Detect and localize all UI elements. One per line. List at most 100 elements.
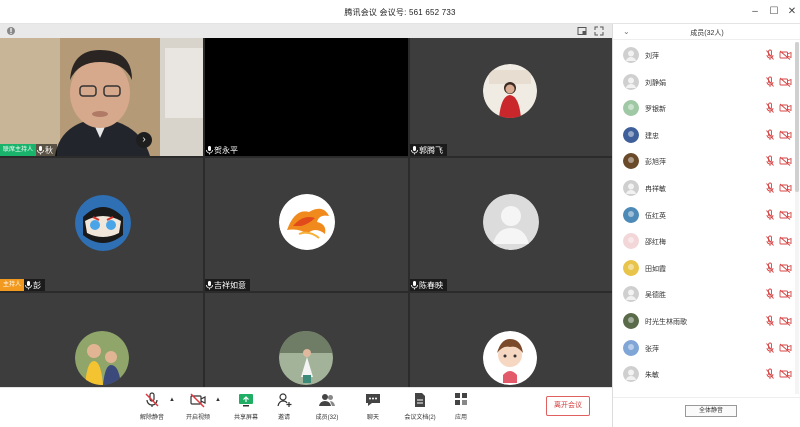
member-row[interactable]: 冉祥敏 [613, 175, 793, 201]
mute-all-button[interactable]: 全体静音 [685, 405, 737, 417]
chat-icon [366, 394, 380, 406]
member-avatar [623, 259, 639, 276]
member-row[interactable]: 伍红英 [613, 202, 793, 228]
host-badge: 主持人 [0, 279, 25, 291]
members-label: 成员(32) [315, 415, 339, 421]
mic-muted-icon[interactable] [765, 155, 775, 167]
camera-off-icon[interactable] [779, 316, 792, 326]
apps-button[interactable]: 应用 [441, 392, 481, 421]
mic-muted-icon [145, 392, 159, 407]
member-row[interactable]: 罗银新 [613, 95, 793, 121]
mic-muted-icon[interactable] [765, 182, 775, 194]
member-row[interactable]: 建忠 [613, 122, 793, 148]
next-page-icon[interactable]: › [136, 132, 152, 148]
members-panel-footer: 全体静音 [613, 397, 800, 427]
video-tile[interactable] [0, 293, 203, 387]
video-options-caret-icon[interactable]: ▲ [215, 397, 221, 403]
member-avatar [623, 100, 639, 117]
chat-label: 聊天 [366, 415, 379, 421]
meeting-docs-button[interactable]: 会议文档(2) [400, 392, 440, 421]
video-tile[interactable]: 郭腾飞 [410, 38, 612, 156]
cohost-badge: 联席主持人 [0, 144, 37, 156]
camera-off-icon[interactable] [779, 183, 792, 193]
mic-muted-icon[interactable] [765, 288, 775, 300]
camera-off-icon[interactable] [779, 103, 792, 114]
member-row[interactable]: 彭旭萍 [613, 148, 793, 174]
camera-off-icon[interactable] [779, 289, 792, 300]
meeting-controls [0, 387, 612, 427]
participant-avatar [279, 331, 333, 385]
mic-muted-icon[interactable] [765, 342, 775, 354]
camera-feed [0, 38, 203, 156]
member-name: 田如霞 [645, 265, 666, 273]
member-name: 冉祥敏 [645, 186, 666, 193]
member-name: 彭旭萍 [645, 159, 666, 167]
mic-options-caret-icon[interactable]: ▲ [169, 397, 175, 403]
member-name: 时光生林雨歌 [645, 319, 687, 326]
member-row[interactable]: 张萍 [613, 335, 793, 361]
member-avatar [623, 206, 639, 223]
camera-off-icon[interactable] [779, 263, 792, 273]
mic-muted-icon[interactable] [765, 76, 775, 88]
participant-nameplate: 主持人 彭 [0, 279, 46, 291]
member-avatar [623, 126, 639, 143]
share-screen-button[interactable]: 共享屏幕 [226, 392, 266, 421]
video-tile[interactable]: 主持人 彭 [0, 158, 203, 291]
invite-button[interactable]: 邀请 [264, 392, 304, 421]
mic-muted-icon[interactable] [765, 368, 775, 380]
member-row[interactable]: 时光生林雨歌 [613, 308, 793, 334]
fullscreen-icon[interactable] [594, 26, 604, 36]
member-name: 刘静娟 [645, 79, 666, 87]
camera-off-icon[interactable] [779, 210, 792, 220]
camera-off-icon[interactable] [779, 156, 792, 167]
member-name: 伍红英 [645, 212, 666, 220]
chat-button[interactable]: 聊天 [353, 392, 393, 421]
camera-off-icon[interactable] [779, 369, 792, 380]
mic-muted-icon[interactable] [765, 102, 775, 114]
mic-icon [206, 146, 213, 155]
camera-off-icon[interactable] [779, 343, 792, 353]
maximize-icon[interactable]: ☐ [767, 5, 781, 19]
member-row[interactable]: 邵红梅 [613, 228, 793, 254]
mic-icon [206, 281, 213, 290]
mic-muted-icon[interactable] [765, 262, 775, 274]
member-row[interactable]: 吴德胜 [613, 281, 793, 307]
camera-off-icon[interactable] [779, 236, 792, 247]
camera-off-icon[interactable] [779, 77, 792, 87]
participant-name: 吉祥如意 [214, 280, 246, 290]
mic-muted-icon[interactable] [765, 49, 775, 61]
video-tile[interactable]: 联席主持人 秋 [0, 38, 203, 156]
video-tile[interactable]: 贺永平 [205, 38, 408, 156]
unmute-button[interactable]: 解除静音 [132, 392, 172, 421]
info-icon[interactable] [6, 26, 16, 36]
member-avatar [623, 366, 639, 383]
member-row[interactable]: 刘静娟 [613, 69, 793, 95]
mic-muted-icon[interactable] [765, 315, 775, 327]
leave-meeting-button[interactable]: 离开会议 [546, 396, 590, 416]
participant-name: 郭腾飞 [419, 145, 443, 155]
layout-icon[interactable] [577, 26, 587, 36]
video-tile[interactable] [205, 293, 408, 387]
member-row[interactable]: 田如霞 [613, 255, 793, 281]
member-avatar [623, 73, 639, 90]
mic-muted-icon[interactable] [765, 209, 775, 221]
members-scrollbar-thumb[interactable] [795, 42, 799, 192]
close-icon[interactable]: ✕ [785, 5, 799, 19]
window-title: 腾讯会议 会议号: 561 652 733 [344, 8, 456, 17]
participant-nameplate: 联席主持人 秋 [0, 144, 58, 156]
video-tile[interactable]: 吉祥如意 [205, 158, 408, 291]
camera-off-icon[interactable] [779, 130, 792, 140]
participant-avatar [75, 331, 129, 385]
minimize-icon[interactable]: – [748, 5, 762, 19]
camera-off-icon[interactable] [779, 50, 792, 60]
mic-icon [411, 146, 418, 155]
member-row[interactable]: 朱敏 [613, 361, 793, 387]
mic-muted-icon[interactable] [765, 235, 775, 247]
start-video-button[interactable]: 开启视频 [178, 392, 218, 421]
members-icon [319, 394, 335, 406]
members-button[interactable]: 成员(32) [307, 392, 347, 421]
video-tile[interactable]: 陈春映 [410, 158, 612, 291]
mic-muted-icon[interactable] [765, 129, 775, 141]
member-row[interactable]: 刘萍 [613, 42, 793, 68]
video-tile[interactable] [410, 293, 612, 387]
